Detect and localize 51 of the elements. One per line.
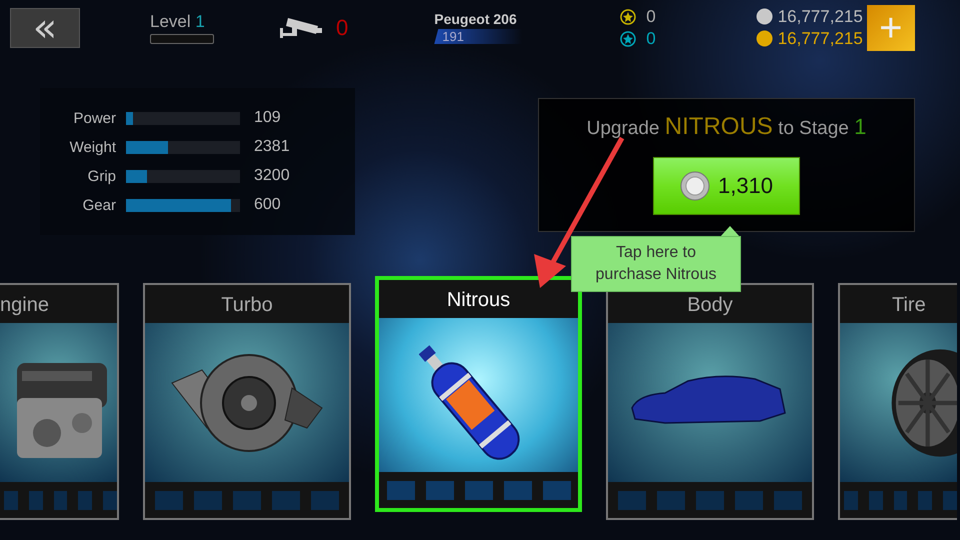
- level-label: Level 1: [150, 12, 206, 32]
- part-card[interactable]: Turbo: [143, 283, 351, 520]
- stage-slot: [868, 490, 883, 510]
- purchase-button[interactable]: 1,310: [653, 157, 800, 215]
- car-name: Peugeot 206: [434, 11, 518, 27]
- upgrade-title: Upgrade NITROUS to Stage 1: [586, 113, 866, 141]
- stage-slot: [696, 490, 724, 510]
- tooltip: Tap here to purchase Nitrous: [571, 236, 741, 292]
- stat-label: Weight: [68, 138, 116, 156]
- stage-slot: [464, 480, 492, 500]
- part-card[interactable]: Nitrous: [375, 276, 582, 512]
- stage-slot: [504, 480, 532, 500]
- stage-slot: [894, 490, 908, 510]
- star-count: 0: [646, 6, 656, 26]
- stage-slot: [774, 490, 802, 510]
- stage-slot: [78, 490, 92, 510]
- stage-slot: [4, 490, 18, 510]
- stage-slot: [657, 490, 685, 510]
- car-rating: 191: [434, 29, 522, 44]
- stat-value: 3200: [253, 167, 291, 185]
- stat-value: 109: [253, 109, 282, 127]
- star-count: 0: [646, 28, 656, 48]
- part-card[interactable]: Tire: [838, 283, 957, 520]
- stage-slot: [618, 490, 646, 510]
- stat-value: 2381: [253, 138, 291, 156]
- stat-value: 600: [253, 196, 282, 214]
- part-card[interactable]: Body: [606, 283, 814, 520]
- stat-label: Power: [72, 110, 116, 126]
- stage-slot: [735, 490, 763, 510]
- stage-slot: [54, 490, 68, 510]
- stage-slot: [233, 490, 261, 510]
- stage-slot: [844, 490, 858, 510]
- stat-label: Gear: [82, 196, 116, 214]
- stage-slot: [103, 490, 117, 510]
- part-card[interactable]: ngine: [0, 283, 119, 520]
- stage-slot: [426, 480, 454, 500]
- stage-slot: [542, 480, 570, 500]
- currency-amount: 16,777,215: [778, 28, 863, 48]
- stage-slot: [194, 490, 222, 510]
- stage-slot: [943, 490, 957, 510]
- stage-slot: [155, 490, 183, 510]
- stat-label: Grip: [86, 168, 116, 184]
- stage-slot: [386, 480, 414, 500]
- stage-slot: [918, 490, 932, 510]
- stage-slot: [272, 490, 300, 510]
- stage-slot: [311, 490, 339, 510]
- back-button[interactable]: «: [10, 8, 80, 48]
- coin-icon: [680, 171, 710, 201]
- wanted-count: 0: [336, 14, 348, 40]
- currency-amount: 16,777,215: [778, 6, 863, 26]
- stage-slot: [28, 490, 43, 510]
